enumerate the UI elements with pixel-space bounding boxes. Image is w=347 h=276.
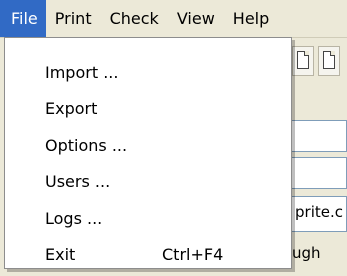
menu-item-label: Logs ... [45,209,103,228]
background-field-1[interactable] [290,120,347,152]
background-field-3[interactable]: prite.c [290,196,347,232]
menu-print[interactable]: Print [46,0,101,37]
background-text: ugh [292,244,321,262]
menu-item-shortcut: Ctrl+F4 [162,245,224,264]
menu-file[interactable]: File [0,0,46,37]
menu-item-users[interactable]: Users ... [5,164,291,200]
document-icon [297,51,309,69]
app-window: prite.c ugh File Print Check View Help I… [0,0,347,276]
background-field-3-text: prite.c [295,203,343,221]
menu-item-label: Export [45,99,98,118]
menu-check[interactable]: Check [101,0,168,37]
menu-item-label: Exit [45,245,76,264]
menu-item-export[interactable]: Export [5,91,291,127]
menu-help[interactable]: Help [224,0,278,37]
toolbar-new-button[interactable] [318,46,340,76]
menu-item-label: Import ... [45,63,119,82]
menu-item-label: Users ... [45,172,111,191]
menu-item-options[interactable]: Options ... [5,128,291,164]
menu-item-exit[interactable]: Exit Ctrl+F4 [5,237,291,273]
file-dropdown-menu: Import ... Export Options ... Users ... … [4,37,292,269]
menu-bar: File Print Check View Help [0,0,347,38]
toolbar-copy-button[interactable] [292,46,314,76]
menu-view[interactable]: View [168,0,224,37]
menu-item-logs[interactable]: Logs ... [5,201,291,237]
menu-item-import[interactable]: Import ... [5,55,291,91]
new-document-icon [323,51,335,69]
menu-item-label: Options ... [45,136,128,155]
background-field-2[interactable] [290,157,347,189]
